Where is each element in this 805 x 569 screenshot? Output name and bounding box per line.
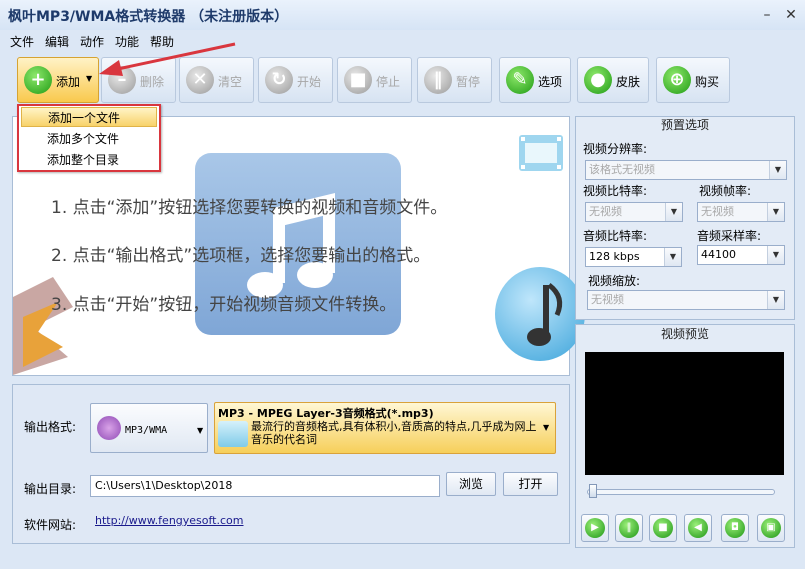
lightning-logo-icon <box>13 277 73 375</box>
camera-icon: ◘ <box>725 518 745 538</box>
open-button[interactable]: 打开 <box>503 472 558 496</box>
menu-add-multiple-files[interactable]: 添加多个文件 <box>21 129 157 149</box>
video-framerate-value: 无视频 <box>701 205 734 218</box>
video-framerate-label: 视频帧率: <box>699 184 752 198</box>
audio-note-icon <box>495 267 585 361</box>
cart-icon: ⊕ <box>663 66 691 94</box>
video-bitrate-label: 视频比特率: <box>583 184 648 198</box>
buy-button[interactable]: ⊕ 购买 <box>656 57 730 103</box>
buy-button-label: 购买 <box>695 75 720 89</box>
format-description-box[interactable]: MP3 - MPEG Layer-3音频格式(*.mp3) 最流行的音频格式,具… <box>214 402 556 454</box>
speaker-icon: ◀ <box>688 518 708 538</box>
chevron-down-icon: ▼ <box>664 248 681 266</box>
dropdown-arrow-icon: ▼ <box>86 74 93 83</box>
pause-button-label: 暂停 <box>456 75 481 89</box>
video-scale-label: 视频缩放: <box>588 274 641 288</box>
add-dropdown-menu: 添加一个文件 添加多个文件 添加整个目录 <box>17 104 161 172</box>
close-button[interactable]: ✕ <box>780 6 802 24</box>
menu-add-one-file[interactable]: 添加一个文件 <box>21 107 157 127</box>
audio-samplerate-value: 44100 <box>701 248 736 261</box>
snapshot-button[interactable]: ◘ <box>721 514 749 542</box>
pause-icon: ‖ <box>619 518 639 538</box>
apple-icon: ● <box>584 66 612 94</box>
refresh-icon: ↻ <box>265 66 293 94</box>
chevron-down-icon: ▼ <box>665 203 682 221</box>
start-button[interactable]: ↻ 开始 <box>258 57 333 103</box>
chevron-down-icon: ▼ <box>767 203 784 221</box>
pause-icon: ‖ <box>424 66 452 94</box>
preview-seek-track[interactable] <box>587 489 775 495</box>
video-scale-select[interactable]: 无视频 ▼ <box>587 290 785 310</box>
video-resolution-label: 视频分辨率: <box>583 142 648 156</box>
format-description: 最流行的音频格式,具有体积小,音质高的特点,几乎成为网上音乐的代名词 <box>251 420 537 446</box>
website-label: 软件网站: <box>24 518 77 532</box>
options-button[interactable]: ✎ 选项 <box>499 57 571 103</box>
audio-samplerate-select[interactable]: 44100 ▼ <box>697 245 785 265</box>
pause-preview-button[interactable]: ‖ <box>615 514 643 542</box>
skin-button[interactable]: ● 皮肤 <box>577 57 649 103</box>
film-strip-icon <box>519 135 563 171</box>
volume-button[interactable]: ◀ <box>684 514 712 542</box>
format-chevron-icon: ▼ <box>543 423 550 432</box>
folder-icon <box>218 421 248 447</box>
options-button-label: 选项 <box>538 75 563 89</box>
video-resolution-select[interactable]: 该格式无视频 ▼ <box>585 160 787 180</box>
plus-icon: + <box>24 66 52 94</box>
play-icon: ▶ <box>585 518 605 538</box>
play-button[interactable]: ▶ <box>581 514 609 542</box>
stop-icon: ■ <box>344 66 372 94</box>
folder-open-button[interactable]: ▣ <box>757 514 785 542</box>
preset-title: 预置选项 <box>660 118 709 132</box>
output-format-button[interactable]: MP3/WMA ▼ <box>90 403 208 453</box>
format-title: MP3 - MPEG Layer-3音频格式(*.mp3) <box>218 407 434 420</box>
output-format-value: MP3/WMA <box>125 425 168 436</box>
video-bitrate-select[interactable]: 无视频 ▼ <box>585 202 683 222</box>
audio-bitrate-value: 128 kbps <box>589 250 640 263</box>
chevron-down-icon: ▼ <box>769 161 786 179</box>
chevron-down-icon: ▼ <box>197 426 204 435</box>
menu-file[interactable]: 文件 <box>10 33 34 50</box>
video-framerate-select[interactable]: 无视频 ▼ <box>697 202 785 222</box>
instruction-step-2: 2. 点击“输出格式”选项框，选择您要输出的格式。 <box>51 246 431 266</box>
tools-icon: ✎ <box>506 66 534 94</box>
preview-screen <box>585 352 784 475</box>
skin-button-label: 皮肤 <box>616 75 641 89</box>
menu-edit[interactable]: 编辑 <box>45 33 69 50</box>
instruction-step-1: 1. 点击“添加”按钮选择您要转换的视频和音频文件。 <box>51 198 448 218</box>
preview-title: 视频预览 <box>660 327 709 341</box>
folder-icon: ▣ <box>761 518 781 538</box>
minimize-button[interactable]: – <box>756 6 778 24</box>
annotation-arrow-icon <box>99 42 236 76</box>
stop-button[interactable]: ■ 停止 <box>337 57 412 103</box>
output-format-label: 输出格式: <box>24 420 77 434</box>
video-scale-value: 无视频 <box>591 293 624 306</box>
add-button[interactable]: + 添加 ▼ <box>17 57 99 103</box>
format-note-icon <box>97 416 121 440</box>
pause-button[interactable]: ‖ 暂停 <box>417 57 492 103</box>
menu-add-directory[interactable]: 添加整个目录 <box>21 150 157 170</box>
stop-icon: ■ <box>653 518 673 538</box>
audio-bitrate-select[interactable]: 128 kbps ▼ <box>585 247 682 267</box>
browse-button[interactable]: 浏览 <box>446 472 496 496</box>
add-button-label: 添加 <box>56 75 81 89</box>
start-button-label: 开始 <box>297 75 322 89</box>
website-link[interactable]: http://www.fengyesoft.com <box>95 514 244 527</box>
output-dir-label: 输出目录: <box>24 482 77 496</box>
window-title: 枫叶MP3/WMA格式转换器 （未注册版本） <box>8 9 289 25</box>
video-bitrate-value: 无视频 <box>589 205 622 218</box>
chevron-down-icon: ▼ <box>767 246 784 264</box>
video-resolution-value: 该格式无视频 <box>589 163 655 176</box>
instruction-step-3: 3. 点击“开始”按钮，开始视频音频文件转换。 <box>51 295 397 315</box>
chevron-down-icon: ▼ <box>767 291 784 309</box>
audio-bitrate-label: 音频比特率: <box>583 229 648 243</box>
audio-samplerate-label: 音频采样率: <box>697 229 762 243</box>
output-dir-input[interactable]: C:\Users\1\Desktop\2018 <box>90 475 440 497</box>
stop-button-label: 停止 <box>376 75 401 89</box>
stop-preview-button[interactable]: ■ <box>649 514 677 542</box>
preview-seek-handle[interactable] <box>589 484 597 498</box>
